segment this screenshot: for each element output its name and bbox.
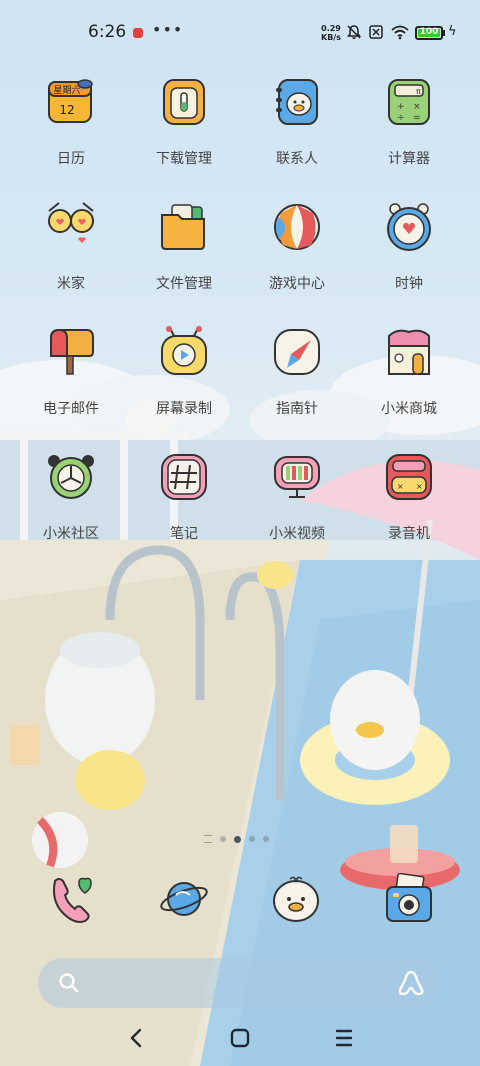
calculator-icon: π + × ÷ = bbox=[388, 79, 430, 125]
download-manager-icon bbox=[163, 79, 205, 125]
battery-level: 100 bbox=[419, 27, 439, 37]
app-label: 指南针 bbox=[276, 401, 318, 417]
calendar-day: 12 bbox=[59, 103, 74, 117]
battery-icon: 100 bbox=[415, 26, 443, 40]
recents-button[interactable] bbox=[334, 1024, 354, 1052]
contacts-icon bbox=[276, 79, 318, 125]
page-dot-active[interactable] bbox=[234, 835, 241, 843]
app-file-manager[interactable]: 文件管理 bbox=[136, 201, 232, 293]
app-recorder[interactable]: × × 录音机 bbox=[361, 451, 457, 543]
notes-icon bbox=[161, 454, 207, 500]
app-label: 游戏中心 bbox=[269, 276, 325, 292]
net-speed-value: 0.29 bbox=[321, 24, 341, 33]
app-label: 时钟 bbox=[395, 276, 423, 292]
clock-time: 6:26 bbox=[88, 22, 127, 42]
clock-icon bbox=[387, 203, 431, 251]
calendar-weekday: 星期六 bbox=[53, 84, 80, 96]
svg-text:+: + bbox=[397, 102, 405, 112]
recorder-icon: × × bbox=[386, 454, 432, 500]
app-mi-store[interactable]: 小米商城 bbox=[361, 326, 457, 418]
page-dot[interactable] bbox=[263, 836, 269, 842]
app-calendar[interactable]: 星期六 12 日历 bbox=[23, 76, 119, 168]
screen-recorder-icon bbox=[161, 326, 207, 375]
page-indicator-feed[interactable] bbox=[204, 835, 212, 843]
app-email[interactable]: 电子邮件 bbox=[23, 326, 119, 418]
mi-store-icon bbox=[388, 329, 430, 375]
app-label: 联系人 bbox=[276, 151, 318, 167]
app-label: 小米视频 bbox=[269, 526, 325, 542]
more-icon: ••• bbox=[152, 20, 184, 39]
notification-dot-icon bbox=[133, 28, 143, 38]
app-screen-recorder[interactable]: 屏幕录制 bbox=[136, 326, 232, 418]
bell-muted-icon bbox=[347, 25, 361, 39]
status-bar: 6:26 ••• 0.29 KB/s 100 ϟ bbox=[0, 0, 480, 66]
file-manager-icon bbox=[161, 204, 205, 250]
page-indicator bbox=[204, 835, 269, 843]
app-clock[interactable]: 时钟 bbox=[361, 201, 457, 293]
app-mi-community[interactable]: 小米社区 bbox=[23, 451, 119, 543]
search-bar[interactable] bbox=[38, 958, 440, 1008]
page-dot[interactable] bbox=[220, 836, 226, 842]
svg-text:π: π bbox=[416, 87, 421, 96]
page-dot[interactable] bbox=[249, 836, 255, 842]
email-icon bbox=[50, 328, 94, 375]
voice-assistant-icon[interactable] bbox=[396, 968, 426, 998]
app-download-manager[interactable]: 下载管理 bbox=[136, 76, 232, 168]
mi-video-icon bbox=[274, 456, 320, 498]
mi-home-icon bbox=[48, 202, 94, 243]
app-label: 电子邮件 bbox=[43, 401, 99, 417]
app-label: 小米商城 bbox=[381, 401, 437, 417]
app-label: 日历 bbox=[57, 151, 85, 167]
app-label: 录音机 bbox=[388, 526, 430, 542]
app-label: 计算器 bbox=[388, 151, 430, 167]
svg-text:×: × bbox=[413, 102, 421, 112]
app-label: 文件管理 bbox=[156, 276, 212, 292]
messages-icon[interactable] bbox=[270, 873, 322, 925]
game-center-icon bbox=[274, 204, 320, 250]
compass-icon bbox=[274, 329, 320, 375]
browser-icon[interactable] bbox=[158, 873, 210, 925]
app-notes[interactable]: 笔记 bbox=[136, 451, 232, 543]
app-label: 米家 bbox=[57, 276, 85, 292]
mi-community-icon bbox=[48, 455, 94, 499]
calendar-icon: 星期六 12 bbox=[48, 79, 93, 123]
app-label: 屏幕录制 bbox=[156, 401, 212, 417]
charging-icon: ϟ bbox=[448, 24, 457, 39]
svg-text:×: × bbox=[397, 482, 404, 491]
sim-off-icon bbox=[369, 25, 383, 39]
wifi-icon bbox=[391, 25, 409, 40]
camera-icon[interactable] bbox=[383, 873, 435, 925]
app-compass[interactable]: 指南针 bbox=[249, 326, 345, 418]
net-speed: 0.29 KB/s bbox=[320, 24, 342, 42]
app-label: 下载管理 bbox=[156, 151, 212, 167]
app-game-center[interactable]: 游戏中心 bbox=[249, 201, 345, 293]
app-calculator[interactable]: π + × ÷ = 计算器 bbox=[361, 76, 457, 168]
app-mi-video[interactable]: 小米视频 bbox=[249, 451, 345, 543]
app-label: 小米社区 bbox=[43, 526, 99, 542]
app-mi-home[interactable]: 米家 bbox=[23, 201, 119, 293]
app-contacts[interactable]: 联系人 bbox=[249, 76, 345, 168]
svg-text:×: × bbox=[416, 482, 423, 491]
app-label: 笔记 bbox=[170, 526, 198, 542]
svg-text:÷: ÷ bbox=[397, 113, 405, 123]
phone-icon[interactable] bbox=[45, 873, 97, 925]
battery-cap bbox=[443, 30, 445, 36]
home-button[interactable] bbox=[229, 1024, 251, 1052]
back-button[interactable] bbox=[128, 1024, 144, 1052]
search-icon bbox=[59, 973, 79, 993]
net-speed-unit: KB/s bbox=[321, 33, 341, 42]
svg-text:=: = bbox=[413, 113, 421, 123]
